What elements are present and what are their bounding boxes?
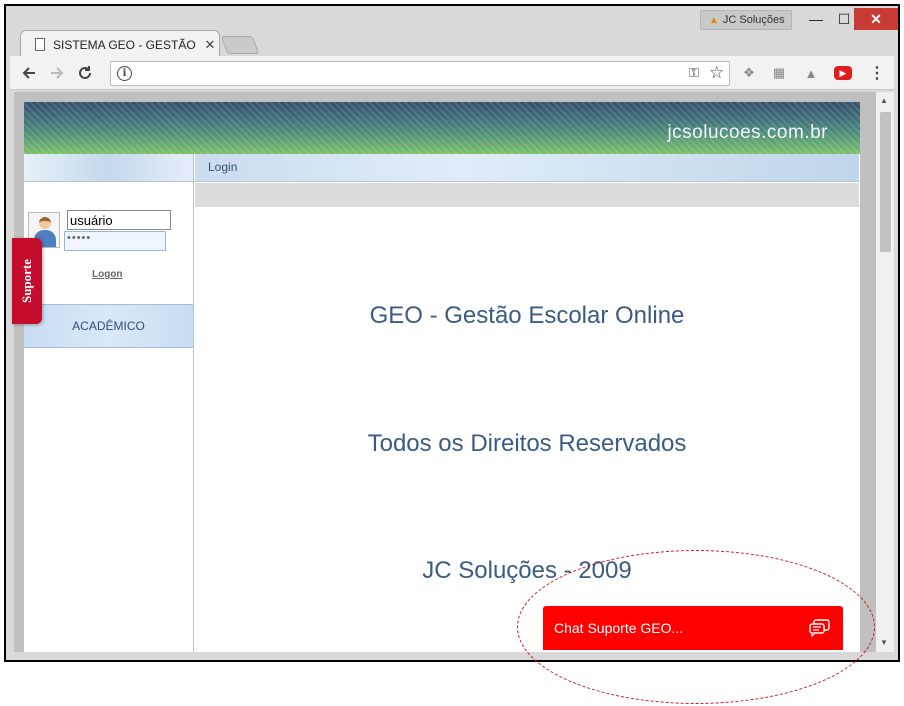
tab-title: SISTEMA GEO - GESTÃO xyxy=(53,37,196,52)
site-name: jcsolucoes.com.br xyxy=(667,122,828,143)
back-icon[interactable] xyxy=(18,62,40,84)
youtube-icon[interactable]: ▶ xyxy=(834,66,852,80)
tab-close-icon[interactable]: ✕ xyxy=(201,37,219,53)
url-input[interactable] xyxy=(139,64,679,83)
chat-label: Chat Suporte GEO... xyxy=(554,620,684,636)
password-input[interactable]: ••••• xyxy=(64,231,166,251)
address-bar[interactable]: i ⚿ ☆ xyxy=(110,61,730,86)
scroll-up-icon[interactable]: ▲ xyxy=(880,96,888,105)
key-icon[interactable]: ⚿ xyxy=(689,65,699,81)
login-box: ••••• Logon xyxy=(24,184,193,302)
site-banner: jcsolucoes.com.br xyxy=(24,102,860,154)
chat-bubble-icon xyxy=(809,619,830,637)
drive-icon[interactable]: ▲ xyxy=(802,64,820,82)
forward-icon[interactable] xyxy=(46,62,68,84)
suporte-tab[interactable]: Suporte xyxy=(12,238,42,324)
menu-icon[interactable]: ⋮ xyxy=(868,64,886,82)
menu-item-academico[interactable]: ACADÊMICO xyxy=(24,304,193,348)
scroll-thumb[interactable] xyxy=(880,112,891,252)
page-icon xyxy=(35,38,45,51)
browser-toolbar: i ⚿ ☆ ❖ ▦ ▲ ▶ ⋮ xyxy=(10,56,894,90)
sidebar-header xyxy=(24,154,193,182)
dropbox-icon[interactable]: ❖ xyxy=(740,64,758,82)
screen: ▲ JC Soluções — ☐ ✕ SISTEMA GEO - GESTÃO… xyxy=(0,0,904,706)
login-header: Login xyxy=(195,154,859,182)
chat-support-button[interactable]: Chat Suporte GEO... xyxy=(543,606,843,650)
browser-tab[interactable]: SISTEMA GEO - GESTÃO ✕ xyxy=(20,30,220,58)
username-input[interactable] xyxy=(67,210,171,230)
scroll-down-icon[interactable]: ▼ xyxy=(880,638,888,647)
profile-button[interactable]: ▲ JC Soluções xyxy=(700,10,792,30)
extension-icon[interactable]: ▦ xyxy=(770,64,788,82)
bookmark-star-icon[interactable]: ☆ xyxy=(709,63,724,83)
title-line: GEO - Gestão Escolar Online xyxy=(369,302,685,329)
close-window-button[interactable]: ✕ xyxy=(854,8,898,30)
info-icon[interactable]: i xyxy=(117,66,132,81)
reload-icon[interactable] xyxy=(74,62,96,84)
rights-line: Todos os Direitos Reservados xyxy=(367,430,687,457)
profile-name: JC Soluções xyxy=(722,14,785,26)
warning-icon: ▲ xyxy=(709,14,719,26)
sidebar: ••••• Logon ACADÊMICO xyxy=(24,154,194,652)
suporte-label: Suporte xyxy=(19,258,34,304)
new-tab-button[interactable] xyxy=(220,36,260,54)
minimize-button[interactable]: — xyxy=(802,8,830,30)
vertical-scrollbar[interactable]: ▲ ▼ xyxy=(876,92,894,652)
grey-bar xyxy=(195,183,859,207)
logon-link[interactable]: Logon xyxy=(92,269,123,280)
